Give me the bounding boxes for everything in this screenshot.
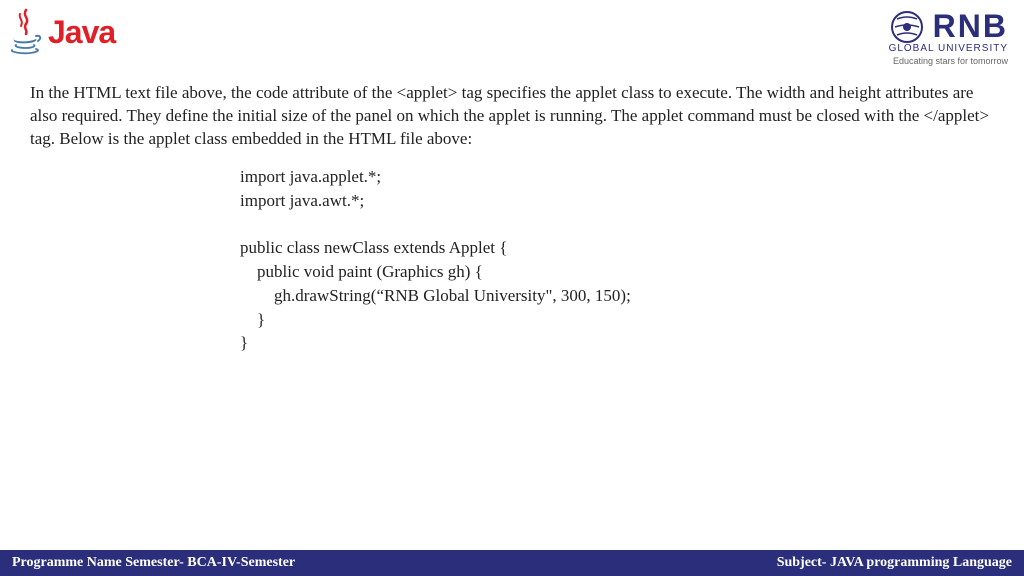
java-cup-icon xyxy=(8,8,44,56)
java-logo-text: Java xyxy=(48,14,115,51)
rnb-subtitle: GLOBAL UNIVERSITY xyxy=(889,43,1008,54)
code-sample: import java.applet.*; import java.awt.*;… xyxy=(240,165,994,355)
footer-bar: Programme Name Semester- BCA-IV-Semester… xyxy=(0,550,1024,576)
description-paragraph: In the HTML text file above, the code at… xyxy=(30,82,994,151)
content-area: In the HTML text file above, the code at… xyxy=(0,70,1024,355)
rnb-globe-icon xyxy=(889,9,925,45)
footer-subject: Subject- JAVA programming Language xyxy=(777,555,1012,571)
rnb-logo: RNB GLOBAL UNIVERSITY Educating stars fo… xyxy=(889,8,1008,66)
java-logo: Java xyxy=(8,8,115,56)
rnb-tagline: Educating stars for tomorrow xyxy=(889,56,1008,66)
footer-programme: Programme Name Semester- BCA-IV-Semester xyxy=(12,555,295,571)
rnb-logo-text: RNB xyxy=(933,8,1008,45)
header: Java RNB GLOBAL UNIVERSITY Educating sta… xyxy=(0,0,1024,70)
